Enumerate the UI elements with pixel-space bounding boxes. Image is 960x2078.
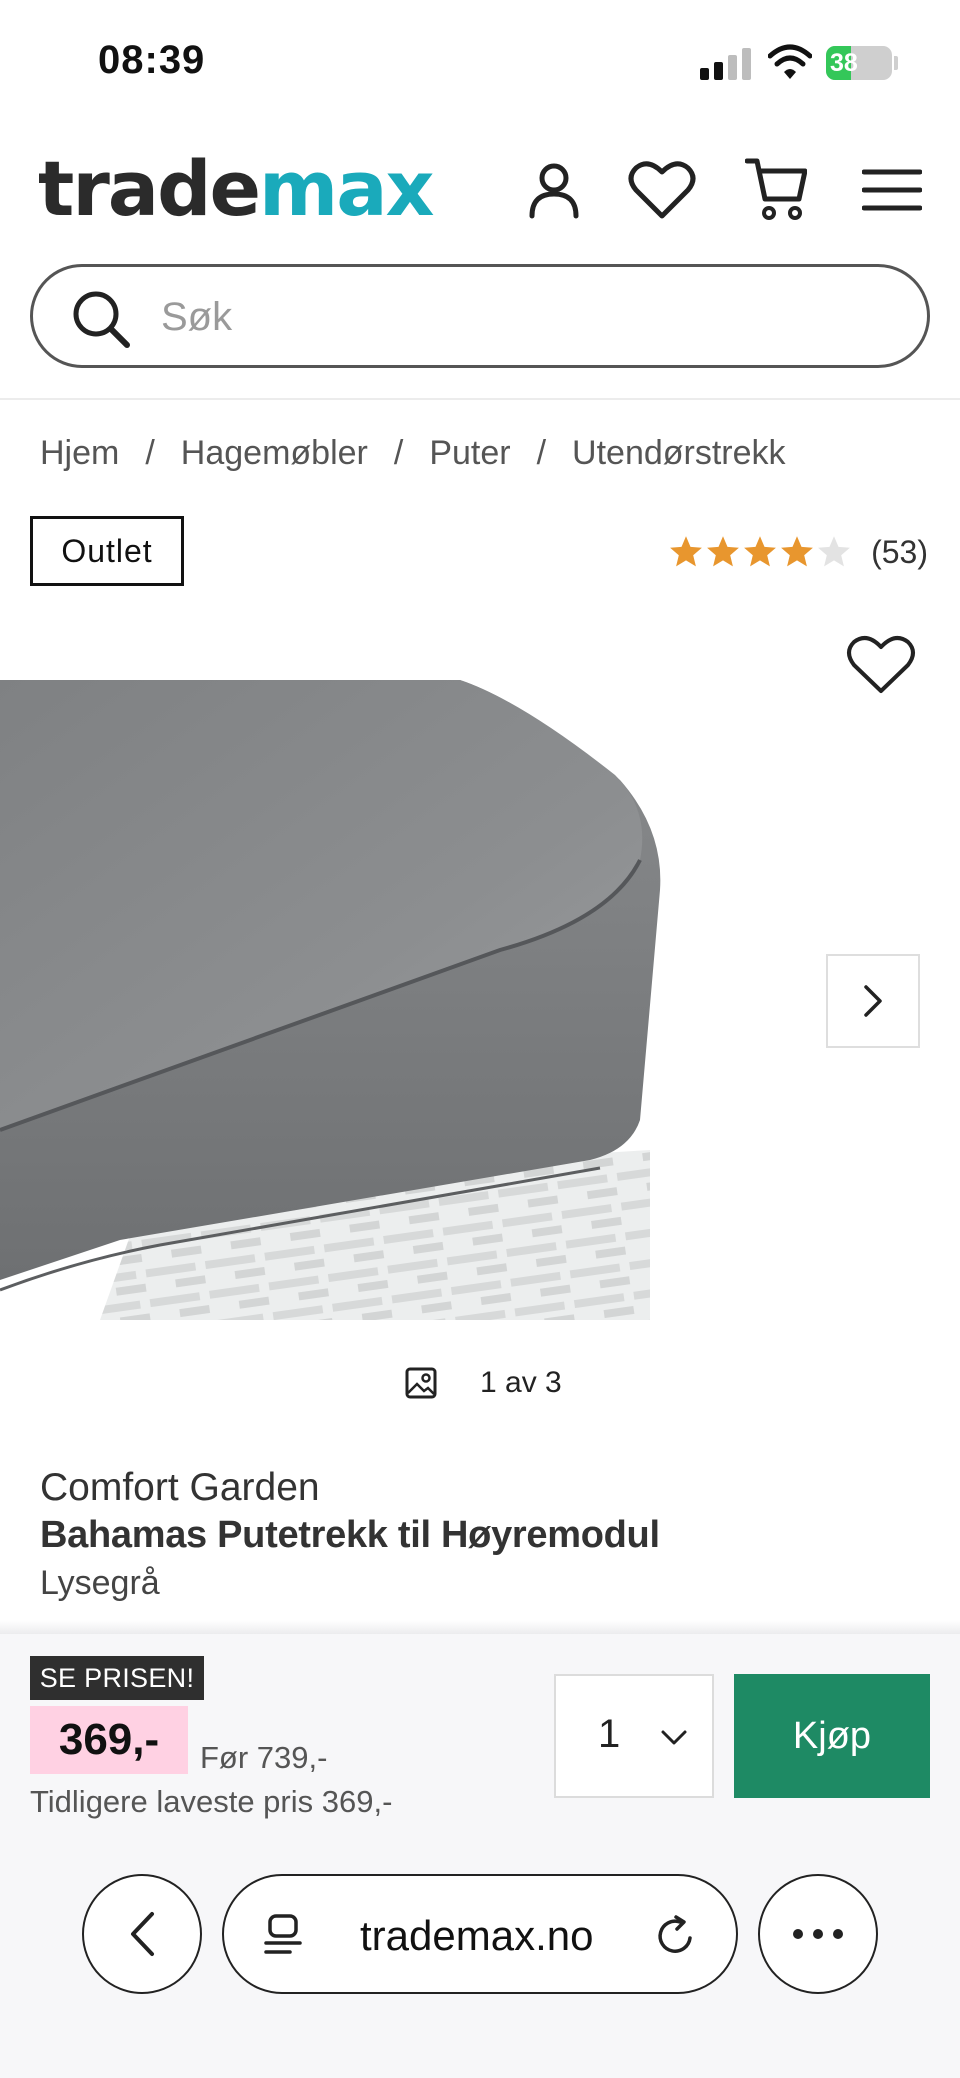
rating-stars: [668, 534, 853, 570]
next-image-button[interactable]: [826, 954, 920, 1048]
breadcrumb-cushions[interactable]: Puter: [429, 434, 510, 473]
quantity-value: 1: [598, 1712, 621, 1756]
breadcrumb-outdoor-covers[interactable]: Utendørstrekk: [572, 434, 786, 473]
battery-tip: [894, 56, 898, 70]
product-title: Bahamas Putetrekk til Høyremodul: [40, 1514, 660, 1556]
header-divider: [0, 398, 960, 400]
breadcrumb: Hjem / Hagemøbler / Puter / Utendørstrek…: [40, 428, 786, 478]
add-to-wishlist-heart-icon[interactable]: [846, 634, 916, 700]
chevron-right-icon: [864, 985, 882, 1017]
browser-url-text: trademax.no: [360, 1912, 594, 1959]
review-count: (53): [871, 533, 928, 570]
product-variant: Lysegrå: [40, 1564, 160, 1602]
star-filled-icon: [781, 536, 813, 567]
trademax-logo[interactable]: trademax: [38, 144, 435, 233]
before-price: Før 739,-: [200, 1740, 328, 1775]
star-filled-icon: [744, 536, 776, 567]
battery-percent: 38: [830, 49, 858, 77]
breadcrumb-separator: /: [536, 433, 547, 472]
status-time: 08:39: [98, 38, 206, 82]
purchase-bar-shadow: [0, 1620, 960, 1634]
signal-icon: [700, 48, 752, 80]
search-icon: [71, 289, 131, 349]
cart-icon[interactable]: [740, 154, 812, 226]
current-price: 369,-: [30, 1706, 188, 1774]
image-counter-text: 1 av 3: [480, 1366, 562, 1399]
site-header: trademax: [0, 130, 960, 250]
browser-more-button[interactable]: [758, 1874, 878, 1994]
product-image[interactable]: [0, 680, 664, 1320]
search-bar[interactable]: [30, 264, 930, 368]
logo-text-trade: trade: [38, 144, 261, 233]
page-menu-icon[interactable]: [260, 1912, 308, 1960]
buy-button[interactable]: Kjøp: [734, 1674, 930, 1798]
product-rating[interactable]: (53): [668, 526, 928, 578]
image-counter: 1 av 3: [404, 1366, 562, 1400]
status-bar: 08:39 38: [0, 0, 960, 120]
browser-url-bar[interactable]: trademax.no: [222, 1874, 738, 1994]
battery-icon: 38: [826, 46, 892, 80]
chevron-left-icon: [131, 1912, 154, 1956]
breadcrumb-separator: /: [393, 433, 404, 472]
star-empty-icon: [818, 536, 850, 567]
reload-icon[interactable]: [654, 1914, 698, 1958]
browser-back-button[interactable]: [82, 1874, 202, 1994]
lowest-price-note: Tidligere laveste pris 369,-: [30, 1784, 393, 1819]
account-icon[interactable]: [518, 154, 590, 226]
more-dots-icon: [793, 1929, 843, 1939]
outlet-badge: Outlet: [30, 516, 184, 586]
menu-icon[interactable]: [856, 154, 928, 226]
price-label-badge: SE PRISEN!: [30, 1656, 204, 1700]
breadcrumb-home[interactable]: Hjem: [40, 434, 119, 473]
chevron-down-icon: [660, 1726, 688, 1750]
wishlist-heart-icon[interactable]: [626, 154, 698, 226]
product-brand[interactable]: Comfort Garden: [40, 1466, 320, 1510]
logo-text-max: max: [259, 144, 434, 233]
search-input[interactable]: [161, 289, 881, 345]
breadcrumb-separator: /: [145, 433, 155, 472]
gallery-image-icon: [404, 1366, 438, 1400]
star-filled-icon: [707, 536, 739, 567]
quantity-select[interactable]: 1: [554, 1674, 714, 1798]
breadcrumb-garden-furniture[interactable]: Hagemøbler: [181, 434, 368, 473]
star-filled-icon: [670, 536, 702, 567]
wifi-icon: [767, 42, 813, 82]
